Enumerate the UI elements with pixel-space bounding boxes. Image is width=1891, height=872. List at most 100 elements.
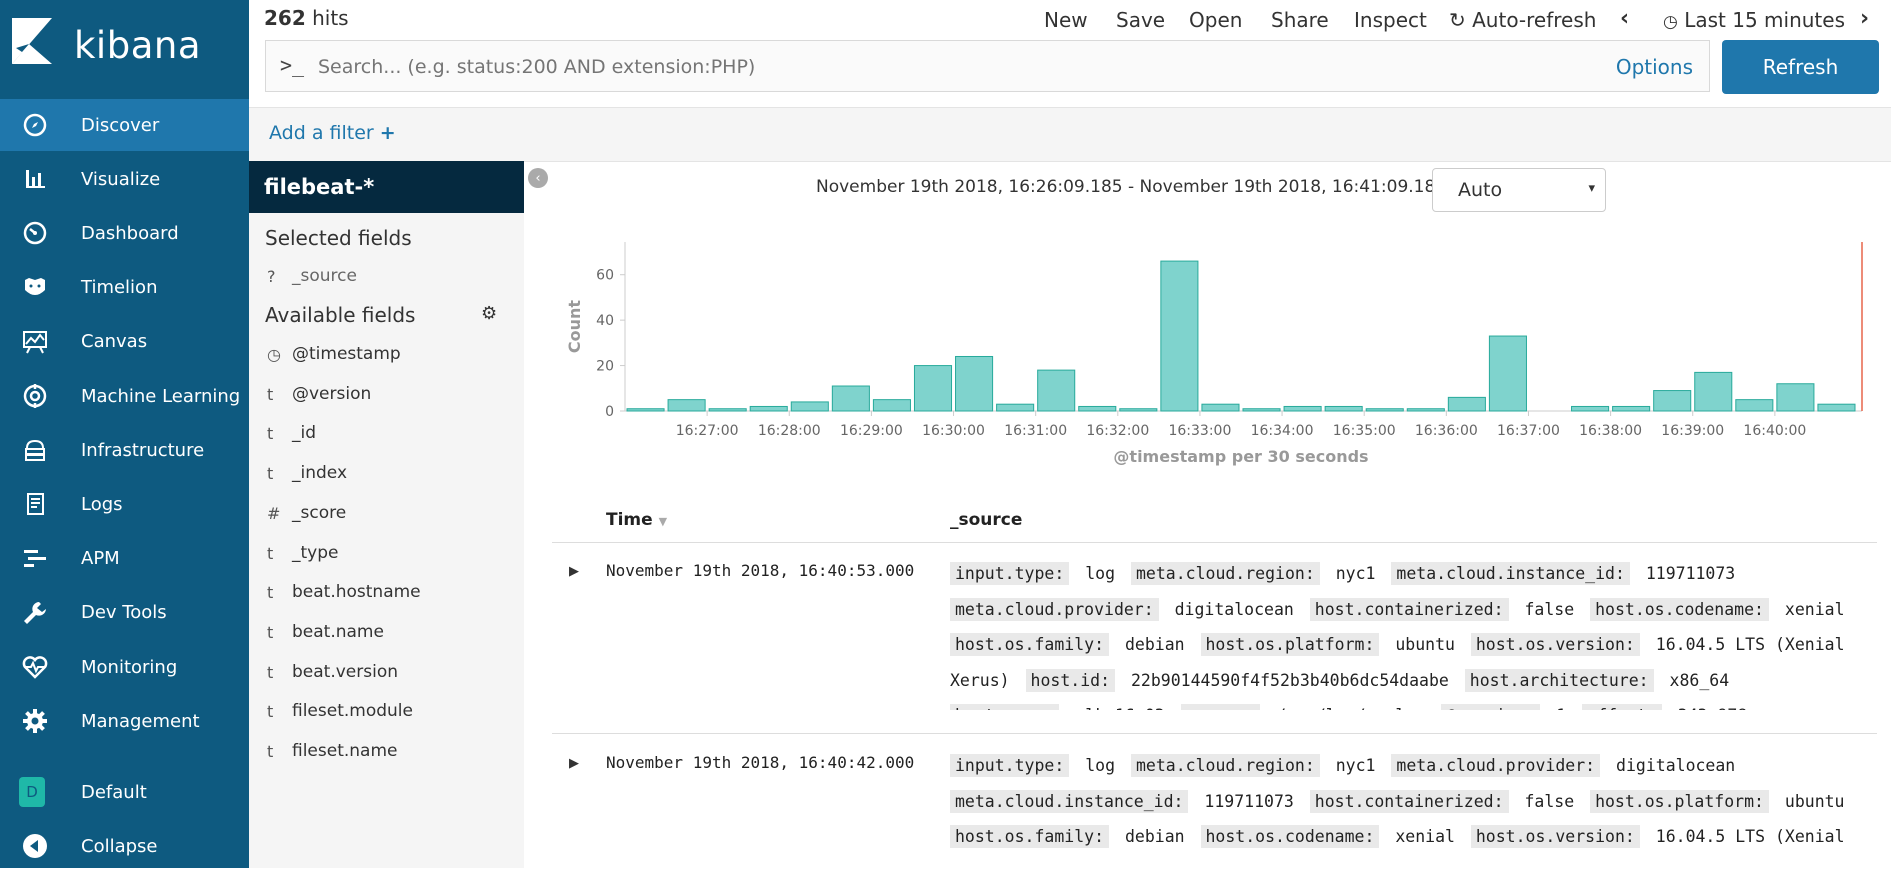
- save-button[interactable]: Save: [1116, 8, 1165, 32]
- source-value: elk-16-03: [1075, 706, 1164, 710]
- sidebar-item-apm[interactable]: APM: [0, 533, 249, 585]
- x-tick-label: 16:30:00: [922, 423, 985, 439]
- histogram-bar[interactable]: [1365, 408, 1404, 412]
- field-item[interactable]: t _type: [249, 536, 524, 576]
- histogram-bar[interactable]: [1694, 371, 1733, 412]
- kibana-logo[interactable]: kibana: [12, 18, 257, 80]
- field-item[interactable]: t fileset.name: [249, 734, 524, 774]
- source-key: offset:: [1582, 704, 1662, 710]
- field-settings-gear-icon[interactable]: ⚙: [481, 303, 497, 324]
- refresh-button[interactable]: Refresh: [1722, 40, 1879, 94]
- time-range-text: November 19th 2018, 16:26:09.185 - Novem…: [816, 177, 1469, 197]
- histogram-bar[interactable]: [1283, 405, 1322, 412]
- x-tick-label: 16:32:00: [1086, 423, 1149, 439]
- field-name: fileset.name: [292, 741, 398, 761]
- histogram-bar[interactable]: [1776, 383, 1815, 412]
- space-selector[interactable]: D Default: [0, 766, 249, 818]
- histogram-bar[interactable]: [1037, 369, 1076, 412]
- histogram-bar[interactable]: [1571, 405, 1610, 412]
- inspect-button[interactable]: Inspect: [1354, 8, 1427, 32]
- add-filter-button[interactable]: Add a filter +: [269, 122, 396, 144]
- hits-counter: 262 hits: [264, 6, 349, 30]
- field-item[interactable]: # _score: [249, 496, 524, 536]
- histogram-bar[interactable]: [831, 385, 870, 412]
- histogram-bar[interactable]: [1735, 399, 1774, 412]
- sidebar-item-canvas[interactable]: Canvas: [0, 316, 249, 368]
- histogram-bar[interactable]: [872, 399, 911, 412]
- histogram-bar[interactable]: [1447, 396, 1486, 412]
- histogram-bar[interactable]: [955, 355, 994, 412]
- refresh-cycle-icon: ↻: [1449, 8, 1466, 32]
- histogram-bar[interactable]: [1119, 408, 1158, 412]
- sidebar-item-visualize[interactable]: Visualize: [0, 153, 249, 205]
- string-type-icon: t: [267, 464, 274, 484]
- y-tick-label: 40: [596, 313, 614, 329]
- field-item[interactable]: t beat.name: [249, 615, 524, 655]
- histogram-bar[interactable]: [1488, 335, 1527, 412]
- sidebar-item-label: Machine Learning: [81, 385, 241, 407]
- histogram-bar[interactable]: [1160, 260, 1199, 412]
- histogram-bar[interactable]: [1653, 390, 1692, 412]
- compass-icon: [22, 112, 48, 138]
- histogram-bar[interactable]: [1406, 408, 1445, 412]
- histogram-bar[interactable]: [790, 401, 829, 412]
- sidebar-item-machine-learning[interactable]: Machine Learning: [0, 370, 249, 422]
- histogram-bar[interactable]: [1078, 405, 1117, 412]
- field-item[interactable]: t @version: [249, 377, 524, 417]
- space-avatar: D: [19, 777, 45, 807]
- time-forward-chevron-icon[interactable]: ›: [1860, 6, 1869, 31]
- new-button[interactable]: New: [1044, 8, 1088, 32]
- histogram-bar[interactable]: [749, 405, 788, 412]
- sidebar-item-logs[interactable]: Logs: [0, 478, 249, 530]
- collapse-button[interactable]: Collapse: [0, 820, 249, 872]
- sidebar-item-infrastructure[interactable]: Infrastructure: [0, 424, 249, 476]
- sort-caret-icon[interactable]: ▼: [659, 515, 667, 528]
- search-input[interactable]: [316, 49, 1620, 85]
- field-item[interactable]: t beat.hostname: [249, 575, 524, 615]
- collapse-sidebar-icon[interactable]: ‹: [528, 168, 548, 188]
- column-header-time-label: Time: [606, 510, 653, 530]
- histogram-bar[interactable]: [1201, 403, 1240, 412]
- expand-row-caret-icon[interactable]: ▶: [569, 756, 579, 771]
- time-picker-button[interactable]: ◷ Last 15 minutes: [1663, 8, 1845, 32]
- field-item[interactable]: t beat.version: [249, 655, 524, 695]
- sidebar-item-monitoring[interactable]: Monitoring: [0, 641, 249, 693]
- histogram-bar[interactable]: [1612, 405, 1651, 412]
- field-item[interactable]: t _index: [249, 456, 524, 496]
- share-button[interactable]: Share: [1271, 8, 1329, 32]
- sidebar-item-dashboard[interactable]: Dashboard: [0, 207, 249, 259]
- sidebar-item-label: Logs: [81, 493, 123, 515]
- sidebar-item-dev-tools[interactable]: Dev Tools: [0, 587, 249, 639]
- column-header-time[interactable]: Time ▼: [606, 510, 667, 530]
- logs-icon: [22, 491, 48, 517]
- sidebar-item-label: Management: [81, 710, 200, 732]
- histogram-bar[interactable]: [626, 408, 665, 412]
- histogram-bar[interactable]: [708, 408, 747, 412]
- sidebar-item-discover[interactable]: Discover: [0, 99, 249, 151]
- auto-refresh-button[interactable]: ↻ Auto-refresh: [1449, 8, 1596, 32]
- histogram-bar[interactable]: [667, 399, 706, 412]
- histogram-bar[interactable]: [1324, 405, 1363, 412]
- source-value: xenial: [1395, 827, 1455, 846]
- open-button[interactable]: Open: [1189, 8, 1242, 32]
- histogram-bar[interactable]: [913, 365, 953, 412]
- histogram-bar[interactable]: [996, 403, 1035, 412]
- time-back-chevron-icon[interactable]: ‹: [1620, 6, 1629, 31]
- sidebar-item-timelion[interactable]: Timelion: [0, 262, 249, 314]
- y-axis-title: Count: [565, 300, 584, 354]
- interval-select[interactable]: Auto ▾: [1432, 168, 1606, 212]
- source-key: meta.cloud.instance_id:: [950, 789, 1189, 813]
- histogram-bar[interactable]: [1242, 408, 1281, 412]
- source-value: nyc1: [1335, 564, 1376, 583]
- field-item[interactable]: ◷ @timestamp: [249, 337, 524, 377]
- sidebar-item-management[interactable]: Management: [0, 695, 249, 747]
- field-item[interactable]: ? _source: [249, 259, 524, 299]
- y-tick-label: 20: [596, 359, 614, 375]
- options-button[interactable]: Options: [1616, 55, 1693, 79]
- index-pattern-selector[interactable]: filebeat-*: [249, 161, 524, 213]
- plus-icon: +: [379, 122, 396, 144]
- field-item[interactable]: t _id: [249, 416, 524, 456]
- expand-row-caret-icon[interactable]: ▶: [569, 564, 579, 579]
- field-item[interactable]: t fileset.module: [249, 694, 524, 734]
- histogram-bar[interactable]: [1817, 403, 1856, 412]
